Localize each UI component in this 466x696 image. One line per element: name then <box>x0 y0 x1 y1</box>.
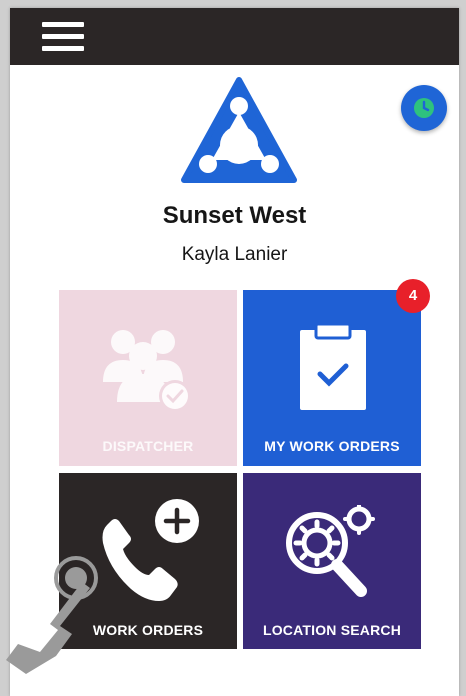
search-gear-icon <box>286 505 375 597</box>
work-order-count-badge: 4 <box>396 279 430 313</box>
organization-name: Sunset West <box>162 202 307 229</box>
hamburger-icon[interactable] <box>42 22 84 52</box>
dispatcher-label: DISPATCHER <box>102 438 194 454</box>
my-work-orders-label: MY WORK ORDERS <box>264 438 400 454</box>
touch-hand-icon <box>6 556 98 674</box>
clock-icon[interactable] <box>401 85 447 131</box>
clipboard-check-icon <box>300 322 366 410</box>
triangle-logo <box>180 76 298 191</box>
location-search-tile[interactable]: LOCATION SEARCH <box>243 473 421 649</box>
people-check-icon <box>103 330 191 412</box>
my-work-orders-tile[interactable]: MY WORK ORDERS <box>243 290 421 466</box>
dispatcher-tile[interactable]: DISPATCHER <box>59 290 237 466</box>
user-name: Kayla Lanier <box>181 244 288 265</box>
location-search-label: LOCATION SEARCH <box>262 622 402 638</box>
top-bar <box>10 8 459 65</box>
